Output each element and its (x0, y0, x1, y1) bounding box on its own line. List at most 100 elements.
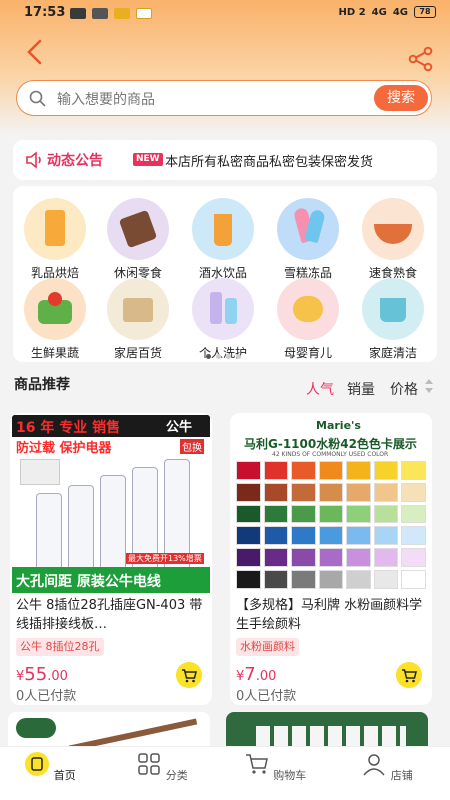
ice-cream-icon (277, 198, 339, 260)
tab-category[interactable]: 分类 (127, 751, 197, 783)
battery-icon: 78 (414, 6, 436, 18)
product-card[interactable]: 16 年 专业 销售 公牛 防过载 保护电器 包换 最大免费开13%增票 大孔间… (10, 413, 212, 705)
category-item-fresh[interactable]: 生鲜果蔬 (15, 278, 95, 361)
paint-swatch (263, 482, 289, 502)
paint-swatch (291, 570, 316, 589)
sort-price[interactable]: 价格 (390, 379, 418, 399)
tab-store[interactable]: 店铺 (352, 751, 422, 783)
category-item-snacks[interactable]: 休闲零食 (98, 198, 178, 281)
category-grid: 乳品烘焙 休闲零食 酒水饮品 雪糕冻品 速食熟食 生鲜果蔬 家居百货 个人洗护 … (13, 186, 437, 362)
back-arrow-icon[interactable] (22, 38, 50, 66)
paint-swatch (373, 504, 399, 524)
search-icon (29, 90, 46, 107)
paint-swatch (401, 570, 426, 589)
shopping-cart-icon (245, 754, 268, 774)
sold-count: 0人已付款 (236, 689, 297, 704)
paint-swatch (401, 482, 426, 502)
drink-cup-icon (192, 198, 254, 260)
paint-swatch (236, 482, 261, 502)
tax-sticker: 最大免费开13%增票 (126, 553, 204, 564)
paint-swatch (291, 526, 316, 546)
paint-swatch (318, 504, 344, 524)
category-item-baby[interactable]: 母婴育儿 (268, 278, 348, 361)
sort-popularity[interactable]: 人气 (306, 379, 334, 399)
bottom-tab-bar: 首页 分类 购物车 店铺 (0, 746, 450, 800)
paint-swatch (263, 504, 289, 524)
product-image-paint-chart: Marie's 马利G-1100水粉42色色卡展示 42 KINDS OF CO… (232, 415, 430, 593)
paint-swatch (318, 548, 344, 568)
brand-logo-text: Marie's (316, 419, 361, 432)
paint-swatch (401, 548, 426, 568)
sort-sales[interactable]: 销量 (347, 379, 375, 399)
paint-swatch (291, 504, 316, 524)
category-label: 母婴育儿 (283, 346, 332, 360)
product-tag: 水粉画颜料 (236, 638, 299, 656)
paint-swatch (263, 570, 289, 589)
paint-swatch (373, 570, 399, 589)
baby-toy-icon (277, 278, 339, 340)
brand-logo-icon (16, 718, 56, 738)
user-icon (363, 754, 385, 776)
add-to-cart-icon[interactable] (176, 662, 202, 688)
paint-swatch (346, 482, 371, 502)
category-item-dairy[interactable]: 乳品烘焙 (15, 198, 95, 281)
category-label: 家庭清洁 (368, 346, 417, 360)
status-time: 17:53 (24, 5, 66, 20)
paint-swatch (236, 548, 261, 568)
brand-logo-text: 公牛 (166, 420, 193, 435)
paint-swatch (373, 548, 399, 568)
color-swatch-grid (236, 461, 426, 589)
paint-swatch (373, 482, 399, 502)
notification-icon (114, 8, 130, 19)
paint-swatch (401, 526, 426, 546)
paint-swatch (236, 526, 261, 546)
category-item-personal-care[interactable]: 个人洗护 (183, 278, 263, 361)
product-price: ¥55.00 (16, 664, 68, 685)
new-badge: NEW (133, 153, 163, 166)
chart-subtitle: 42 KINDS OF COMMONLY USED COLOR (272, 451, 389, 458)
paint-swatch (236, 570, 261, 589)
notification-icon (136, 8, 152, 19)
signal-4g: 4G (392, 6, 408, 18)
search-button[interactable]: 搜索 (374, 85, 428, 111)
search-bar[interactable]: 输入想要的商品 搜索 (16, 80, 432, 116)
add-to-cart-icon[interactable] (396, 662, 422, 688)
sold-count: 0人已付款 (16, 689, 77, 704)
speaker-icon (26, 151, 41, 169)
notice-bar[interactable]: 动态公告 NEW 本店所有私密商品私密包装保密发货 (13, 140, 437, 180)
category-item-drinks[interactable]: 酒水饮品 (183, 198, 263, 281)
paint-swatch (318, 461, 344, 480)
paint-swatch (346, 548, 371, 568)
paint-swatch (401, 504, 426, 524)
badge: 包换 (180, 439, 204, 454)
paint-swatch (318, 570, 344, 589)
paint-swatch (236, 504, 261, 524)
notice-text: 本店所有私密商品私密包装保密发货 (165, 155, 374, 170)
tab-cart[interactable]: 购物车 (240, 751, 310, 783)
banner-text: 防过载 保护电器 (16, 437, 112, 456)
product-card[interactable]: Marie's 马利G-1100水粉42色色卡展示 42 KINDS OF CO… (230, 413, 432, 705)
category-item-home[interactable]: 家居百货 (98, 278, 178, 361)
category-item-instant-food[interactable]: 速食熟食 (353, 198, 433, 281)
signal-4g: 4G (371, 6, 387, 18)
category-item-frozen[interactable]: 雪糕冻品 (268, 198, 348, 281)
paint-swatch (318, 526, 344, 546)
lotion-bottle-icon (192, 278, 254, 340)
storage-box-icon (107, 278, 169, 340)
paint-swatch (291, 482, 316, 502)
product-name: 【多规格】马利牌 水粉画颜料学生手绘颜料 (236, 598, 423, 632)
paint-swatch (263, 526, 289, 546)
search-input[interactable]: 输入想要的商品 (57, 89, 155, 109)
home-icon (25, 752, 50, 776)
vegetables-icon (24, 278, 86, 340)
category-item-cleaning[interactable]: 家庭清洁 (353, 278, 433, 361)
section-title: 商品推荐 (14, 377, 70, 393)
chocolate-icon (107, 198, 169, 260)
paint-swatch (291, 461, 316, 480)
sort-arrows-icon[interactable] (424, 378, 434, 394)
tab-home[interactable]: 首页 (15, 751, 85, 783)
share-icon[interactable] (408, 46, 434, 72)
paint-swatch (401, 461, 426, 480)
cleaning-bucket-icon (362, 278, 424, 340)
banner-text: 16 年 专业 销售 (16, 420, 121, 436)
